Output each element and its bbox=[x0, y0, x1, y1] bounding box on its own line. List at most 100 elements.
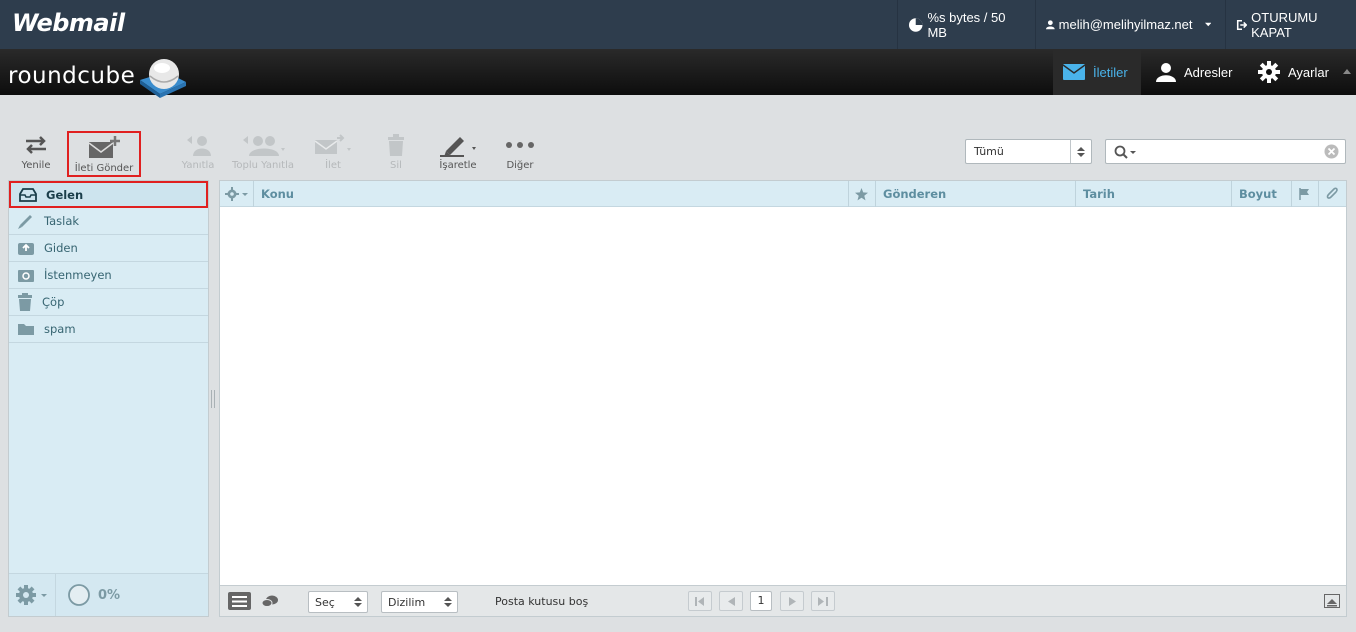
select-arrows-icon bbox=[1070, 140, 1091, 163]
layout-toggle-button[interactable] bbox=[228, 592, 251, 610]
trash-icon bbox=[388, 134, 404, 156]
logout-label: OTURUMU KAPAT bbox=[1251, 9, 1318, 40]
junk-icon bbox=[18, 270, 34, 282]
folder-junk[interactable]: İstenmeyen bbox=[9, 262, 208, 289]
person-icon bbox=[1156, 63, 1176, 82]
prev-page-icon bbox=[727, 596, 735, 606]
folder-icon bbox=[18, 324, 34, 335]
compose-icon bbox=[88, 136, 120, 158]
webmail-logo: Webmail bbox=[12, 9, 125, 37]
folder-sent[interactable]: Giden bbox=[9, 235, 208, 262]
column-date-label: Tarih bbox=[1083, 187, 1115, 201]
reply-button[interactable]: Yanıtla bbox=[165, 130, 231, 176]
reply-all-label: Toplu Yanıtla bbox=[232, 160, 294, 171]
mark-icon bbox=[440, 137, 476, 157]
more-label: Diğer bbox=[506, 160, 534, 171]
folder-drafts[interactable]: Taslak bbox=[9, 208, 208, 235]
first-page-icon bbox=[695, 596, 704, 606]
tab-addressbook[interactable]: Adresler bbox=[1146, 49, 1244, 95]
threads-icon[interactable] bbox=[261, 594, 279, 608]
prev-page-button[interactable] bbox=[719, 591, 743, 611]
search-field[interactable] bbox=[1105, 139, 1346, 164]
message-filter-select[interactable]: Tümü bbox=[965, 139, 1092, 164]
last-page-icon bbox=[818, 596, 828, 606]
trash-icon bbox=[18, 293, 32, 311]
column-from[interactable]: Gönderen bbox=[876, 181, 1076, 207]
forward-label: İlet bbox=[325, 160, 341, 171]
page-number-value: 1 bbox=[757, 594, 765, 607]
mailbox-status: Posta kutusu boş bbox=[495, 595, 589, 608]
flag-icon bbox=[1299, 188, 1309, 200]
forward-button[interactable]: İlet bbox=[300, 130, 366, 176]
folder-trash[interactable]: Çöp bbox=[9, 289, 208, 316]
folder-list: Gelen Taslak Giden İstenmeyen Çöp spam 0… bbox=[8, 180, 209, 617]
top-bar: Webmail %s bytes / 50 MB melih@melihyilm… bbox=[0, 0, 1356, 49]
quota-pie-icon bbox=[68, 584, 90, 606]
pane-splitter[interactable] bbox=[211, 390, 215, 408]
column-date[interactable]: Tarih bbox=[1076, 181, 1232, 207]
folder-spam[interactable]: spam bbox=[9, 316, 208, 343]
sent-icon bbox=[18, 243, 34, 255]
collapse-header-icon[interactable] bbox=[1343, 69, 1351, 74]
quota-text: %s bytes / 50 MB bbox=[927, 9, 1006, 40]
reply-icon bbox=[187, 136, 211, 156]
message-list-footer: Seç Dizilim Posta kutusu boş 1 bbox=[220, 585, 1346, 616]
inbox-icon bbox=[19, 187, 37, 202]
folder-inbox-label: Gelen bbox=[46, 187, 84, 202]
delete-button[interactable]: Sil bbox=[363, 130, 429, 176]
tab-messages-label: İletiler bbox=[1093, 64, 1128, 80]
list-options-gear-icon bbox=[225, 187, 248, 201]
folder-junk-label: İstenmeyen bbox=[44, 268, 112, 282]
column-size-label: Boyut bbox=[1239, 187, 1277, 201]
logout-icon bbox=[1236, 19, 1248, 30]
last-page-button[interactable] bbox=[811, 591, 835, 611]
folder-drafts-label: Taslak bbox=[44, 214, 80, 228]
refresh-label: Yenile bbox=[21, 160, 51, 171]
folder-inbox[interactable]: Gelen bbox=[9, 181, 208, 208]
logout-button[interactable]: OTURUMU KAPAT bbox=[1225, 0, 1356, 49]
column-flag[interactable] bbox=[1292, 181, 1319, 207]
refresh-icon bbox=[26, 136, 46, 154]
more-button[interactable]: Diğer bbox=[487, 130, 553, 176]
column-size[interactable]: Boyut bbox=[1232, 181, 1292, 207]
compose-label: İleti Gönder bbox=[74, 163, 134, 174]
search-icon[interactable] bbox=[1114, 145, 1138, 159]
tab-settings-label: Ayarlar bbox=[1288, 64, 1329, 80]
pencil-icon bbox=[18, 215, 32, 229]
column-flagged[interactable] bbox=[849, 181, 876, 207]
column-attachment[interactable] bbox=[1319, 181, 1346, 207]
threads-label: Dizilim bbox=[388, 596, 426, 609]
message-list-header: Konu Gönderen Tarih Boyut bbox=[220, 181, 1346, 207]
next-page-icon bbox=[788, 596, 796, 606]
select-label: Seç bbox=[315, 596, 335, 609]
search-input[interactable] bbox=[1142, 143, 1320, 160]
user-menu[interactable]: melih@melihyilmaz.net bbox=[1035, 0, 1225, 49]
tab-messages[interactable]: İletiler bbox=[1053, 49, 1141, 95]
mark-button[interactable]: İşaretle bbox=[425, 130, 491, 176]
select-arrows-icon bbox=[354, 597, 362, 607]
tab-addressbook-label: Adresler bbox=[1184, 64, 1233, 80]
list-options-button[interactable] bbox=[220, 181, 254, 207]
delete-label: Sil bbox=[390, 160, 402, 171]
toggle-preview-icon[interactable] bbox=[1324, 594, 1340, 608]
clear-search-icon[interactable] bbox=[1324, 144, 1339, 159]
folder-trash-label: Çöp bbox=[42, 295, 65, 309]
threads-dropdown[interactable]: Dizilim bbox=[381, 591, 458, 613]
tab-settings[interactable]: Ayarlar bbox=[1248, 49, 1342, 95]
forward-icon bbox=[314, 134, 351, 154]
column-subject-label: Konu bbox=[261, 187, 294, 201]
message-list: Konu Gönderen Tarih Boyut Seç Dizilim Po… bbox=[219, 180, 1347, 617]
select-dropdown[interactable]: Seç bbox=[308, 591, 368, 613]
gear-icon bbox=[1258, 61, 1280, 83]
roundcube-wordmark: roundcube bbox=[8, 63, 136, 89]
column-subject[interactable]: Konu bbox=[254, 181, 849, 207]
page-number[interactable]: 1 bbox=[750, 591, 772, 611]
folder-options-button[interactable] bbox=[9, 574, 56, 616]
next-page-button[interactable] bbox=[780, 591, 804, 611]
reply-all-button[interactable]: Toplu Yanıtla bbox=[228, 130, 298, 176]
gear-icon bbox=[16, 585, 47, 605]
first-page-button[interactable] bbox=[688, 591, 712, 611]
refresh-button[interactable]: Yenile bbox=[3, 130, 69, 176]
reply-all-icon bbox=[243, 136, 285, 156]
compose-button[interactable]: İleti Gönder bbox=[67, 131, 141, 177]
